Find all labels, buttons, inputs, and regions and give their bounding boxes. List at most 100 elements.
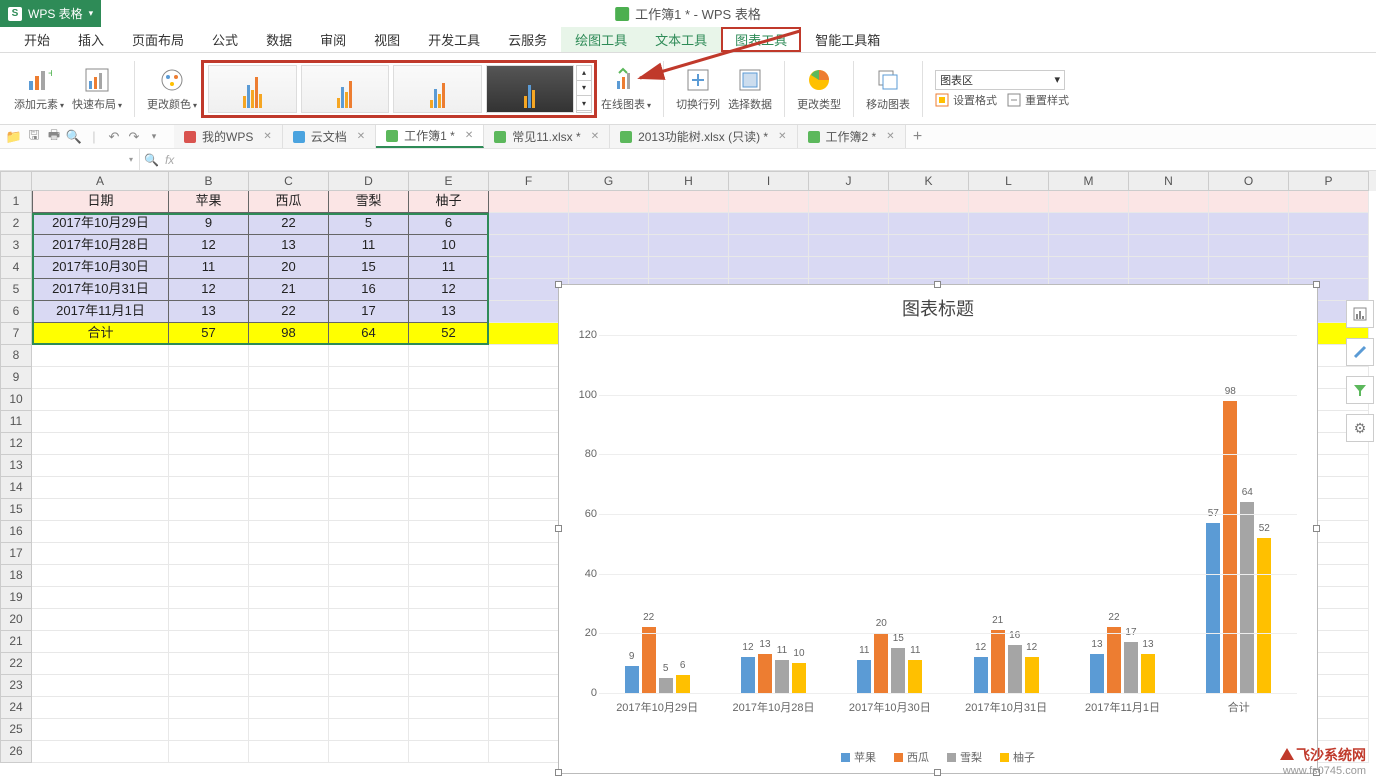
chart-styles-button[interactable] — [1346, 338, 1374, 366]
cell-C8[interactable] — [249, 345, 329, 367]
online-chart-button[interactable]: 在线图表▾ — [597, 64, 655, 114]
bar[interactable]: 21 — [991, 630, 1005, 693]
cell-E22[interactable] — [409, 653, 489, 675]
menu-开始[interactable]: 开始 — [10, 27, 64, 52]
row-header-2[interactable]: 2 — [0, 213, 32, 235]
cell-G2[interactable] — [569, 213, 649, 235]
cell-D26[interactable] — [329, 741, 409, 763]
cell-D5[interactable]: 16 — [329, 279, 409, 301]
cell-D7[interactable]: 64 — [329, 323, 409, 345]
menu-数据[interactable]: 数据 — [252, 27, 306, 52]
cell-C3[interactable]: 13 — [249, 235, 329, 257]
app-menu-button[interactable]: S WPS 表格 ▾ — [0, 0, 101, 27]
cell-C24[interactable] — [249, 697, 329, 719]
cell-E12[interactable] — [409, 433, 489, 455]
bar[interactable]: 64 — [1240, 502, 1254, 693]
cell-F4[interactable] — [489, 257, 569, 279]
cell-A14[interactable] — [32, 477, 169, 499]
row-header-6[interactable]: 6 — [0, 301, 32, 323]
cell-A17[interactable] — [32, 543, 169, 565]
doctab-工作簿1 *[interactable]: 工作簿1 *✕ — [376, 125, 484, 148]
bar[interactable]: 6 — [676, 675, 690, 693]
row-header-16[interactable]: 16 — [0, 521, 32, 543]
cell-B24[interactable] — [169, 697, 249, 719]
cell-D22[interactable] — [329, 653, 409, 675]
cell-A8[interactable] — [32, 345, 169, 367]
cell-B26[interactable] — [169, 741, 249, 763]
cell-J4[interactable] — [809, 257, 889, 279]
cell-P1[interactable] — [1289, 191, 1369, 213]
col-header-P[interactable]: P — [1289, 171, 1369, 191]
bar[interactable]: 52 — [1257, 538, 1271, 693]
cell-K2[interactable] — [889, 213, 969, 235]
cell-F20[interactable] — [489, 609, 569, 631]
bar[interactable]: 11 — [857, 660, 871, 693]
cell-B7[interactable]: 57 — [169, 323, 249, 345]
cell-E21[interactable] — [409, 631, 489, 653]
cell-C16[interactable] — [249, 521, 329, 543]
cell-E20[interactable] — [409, 609, 489, 631]
legend-item[interactable]: 西瓜 — [894, 749, 929, 765]
cell-A21[interactable] — [32, 631, 169, 653]
cell-A25[interactable] — [32, 719, 169, 741]
cell-F24[interactable] — [489, 697, 569, 719]
cell-D1[interactable]: 雪梨 — [329, 191, 409, 213]
row-header-18[interactable]: 18 — [0, 565, 32, 587]
cell-F23[interactable] — [489, 675, 569, 697]
cell-G3[interactable] — [569, 235, 649, 257]
bar[interactable]: 11 — [775, 660, 789, 693]
bar[interactable]: 20 — [874, 633, 888, 693]
chart-legend[interactable]: 苹果西瓜雪梨柚子 — [559, 749, 1317, 765]
cell-E3[interactable]: 10 — [409, 235, 489, 257]
cell-F18[interactable] — [489, 565, 569, 587]
select-data-button[interactable]: 选择数据 — [724, 64, 776, 114]
style-thumb-2[interactable] — [301, 65, 390, 113]
cell-H2[interactable] — [649, 213, 729, 235]
row-header-7[interactable]: 7 — [0, 323, 32, 345]
close-icon[interactable]: ✕ — [357, 131, 365, 142]
row-header-20[interactable]: 20 — [0, 609, 32, 631]
cell-B10[interactable] — [169, 389, 249, 411]
cell-I2[interactable] — [729, 213, 809, 235]
cell-I4[interactable] — [729, 257, 809, 279]
cell-E19[interactable] — [409, 587, 489, 609]
cell-A15[interactable] — [32, 499, 169, 521]
cell-B13[interactable] — [169, 455, 249, 477]
gallery-scroll[interactable]: ▴▾▾ — [576, 65, 592, 113]
menu-插入[interactable]: 插入 — [64, 27, 118, 52]
row-header-1[interactable]: 1 — [0, 191, 32, 213]
cell-F2[interactable] — [489, 213, 569, 235]
bar[interactable]: 12 — [741, 657, 755, 693]
cell-D25[interactable] — [329, 719, 409, 741]
cell-A5[interactable]: 2017年10月31日 — [32, 279, 169, 301]
row-header-13[interactable]: 13 — [0, 455, 32, 477]
cell-C1[interactable]: 西瓜 — [249, 191, 329, 213]
col-header-D[interactable]: D — [329, 171, 409, 191]
gallery-down-icon[interactable]: ▾ — [577, 81, 591, 96]
print-button[interactable]: 🖶 — [44, 127, 64, 147]
cell-D16[interactable] — [329, 521, 409, 543]
cell-A7[interactable]: 合计 — [32, 323, 169, 345]
cell-D20[interactable] — [329, 609, 409, 631]
cell-I3[interactable] — [729, 235, 809, 257]
cell-L4[interactable] — [969, 257, 1049, 279]
cell-A3[interactable]: 2017年10月28日 — [32, 235, 169, 257]
cell-M3[interactable] — [1049, 235, 1129, 257]
cell-F12[interactable] — [489, 433, 569, 455]
cell-E8[interactable] — [409, 345, 489, 367]
cell-F9[interactable] — [489, 367, 569, 389]
cell-E2[interactable]: 6 — [409, 213, 489, 235]
cell-E24[interactable] — [409, 697, 489, 719]
cell-B11[interactable] — [169, 411, 249, 433]
cell-D2[interactable]: 5 — [329, 213, 409, 235]
change-color-button[interactable]: 更改颜色▾ — [143, 64, 201, 114]
cell-J3[interactable] — [809, 235, 889, 257]
close-icon[interactable]: ✕ — [263, 131, 271, 142]
cell-B22[interactable] — [169, 653, 249, 675]
menu-审阅[interactable]: 审阅 — [306, 27, 360, 52]
cell-F14[interactable] — [489, 477, 569, 499]
cell-B16[interactable] — [169, 521, 249, 543]
move-chart-button[interactable]: 移动图表 — [862, 64, 914, 114]
fx-search-icon[interactable]: 🔍 — [144, 153, 159, 167]
cell-F3[interactable] — [489, 235, 569, 257]
